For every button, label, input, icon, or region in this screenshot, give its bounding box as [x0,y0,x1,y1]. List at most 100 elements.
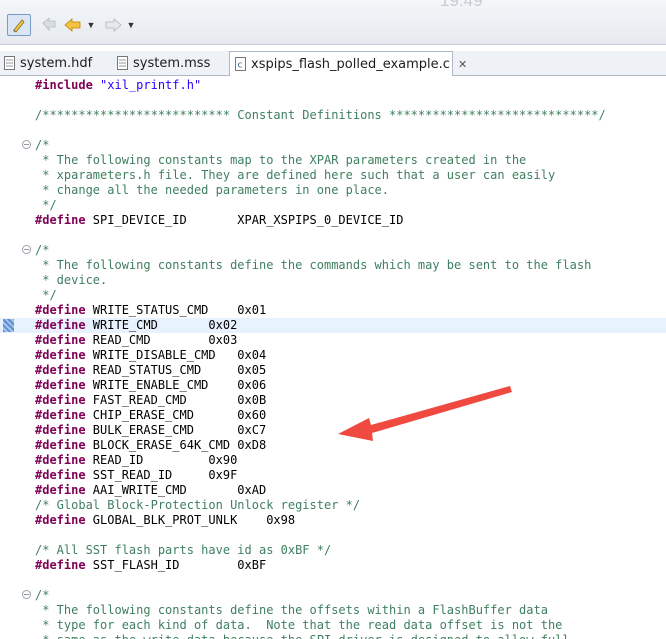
code-line[interactable]: /************************** Constant Def… [0,108,666,123]
keyword-token: #define [35,348,93,362]
code-line[interactable]: #define FAST_READ_CMD 0x0B [0,393,666,408]
code-editor[interactable]: #include "xil_printf.h" /****************… [0,76,666,639]
code-text: * type for each kind of data. Note that … [35,618,562,633]
code-line[interactable]: #define WRITE_CMD 0x02 [0,318,666,333]
comment-token: * The following constants define the com… [35,258,592,272]
code-line[interactable]: #define SST_FLASH_ID 0xBF [0,558,666,573]
comment-token: * device. [35,273,108,287]
keyword-token: #define [35,393,93,407]
code-line[interactable]: #define GLOBAL_BLK_PROT_UNLK 0x98 [0,513,666,528]
code-text: /* [35,138,49,153]
code-line[interactable]: #define SST_READ_ID 0x9F [0,468,666,483]
code-token: SPI_DEVICE_ID XPAR_XSPIPS_0_DEVICE_ID [92,213,404,227]
code-line[interactable]: * xparameters.h file. They are defined h… [0,168,666,183]
code-text: #define CHIP_ERASE_CMD 0x60 [35,408,266,423]
code-line[interactable]: #include "xil_printf.h" [0,78,666,93]
code-text: * change all the needed parameters in on… [35,183,389,198]
code-text: #define READ_CMD 0x03 [35,333,237,348]
tab-xspips-flash-polled-example[interactable]: c xspips_flash_polled_example.c ✕ [229,51,467,76]
c-file-icon: c [235,57,246,71]
code-line[interactable]: #define WRITE_STATUS_CMD 0x01 [0,303,666,318]
code-token: SST_READ_ID 0x9F [92,468,238,482]
code-line[interactable]: #define READ_CMD 0x03 [0,333,666,348]
code-line[interactable]: #define READ_ID 0x90 [0,453,666,468]
string-token: "xil_printf.h" [100,78,202,92]
code-text: #define BLOCK_ERASE_64K_CMD 0xD8 [35,438,266,453]
code-line[interactable]: #define WRITE_ENABLE_CMD 0x06 [0,378,666,393]
code-token: BLOCK_ERASE_64K_CMD 0xD8 [92,438,267,452]
code-text: #define WRITE_CMD 0x02 [35,318,237,333]
tab-label: xspips_flash_polled_example.c [251,56,450,72]
code-text: #define SST_FLASH_ID 0xBF [35,558,266,573]
comment-token: /* Global Block-Protection Unlock regist… [35,498,361,512]
code-line[interactable]: * The following constants map to the XPA… [0,153,666,168]
code-line[interactable]: #define SPI_DEVICE_ID XPAR_XSPIPS_0_DEVI… [0,213,666,228]
fold-toggle-icon[interactable]: − [22,590,31,599]
code-line[interactable]: #define CHIP_ERASE_CMD 0x60 [0,408,666,423]
code-line[interactable]: * type for each kind of data. Note that … [0,618,666,633]
comment-token: /* [35,138,50,152]
code-line[interactable]: −/* [0,138,666,153]
keyword-token: #define [35,303,93,317]
code-line[interactable]: /* All SST flash parts have id as 0xBF *… [0,543,666,558]
code-line[interactable]: #define WRITE_DISABLE_CMD 0x04 [0,348,666,363]
keyword-token: #define [35,333,93,347]
clock-text: 19:49 [440,0,483,10]
code-token: WRITE_CMD 0x02 [92,318,238,332]
code-line[interactable]: * device. [0,273,666,288]
code-line[interactable]: #define AAI_WRITE_CMD 0xAD [0,483,666,498]
code-line[interactable]: #define BULK_ERASE_CMD 0xC7 [0,423,666,438]
code-text: /* [35,588,49,603]
code-line[interactable] [0,573,666,588]
close-icon[interactable]: ✕ [458,58,467,71]
code-text: #define WRITE_STATUS_CMD 0x01 [35,303,266,318]
dropdown-icon[interactable]: ▼ [85,14,97,36]
prev-edit-location-icon[interactable] [40,14,58,36]
code-line[interactable] [0,93,666,108]
tab-label: system.mss [133,55,211,71]
dropdown-icon[interactable]: ▼ [125,14,137,36]
tab-system-mss[interactable]: system.mss [117,51,229,75]
forward-arrow-icon[interactable] [103,14,123,36]
code-line[interactable]: * same as the write data because the SPI… [0,633,666,639]
comment-token: */ [35,288,57,302]
comment-token: * change all the needed parameters in on… [35,183,390,197]
code-line[interactable] [0,528,666,543]
back-arrow-icon[interactable] [63,14,83,36]
code-text: #define SPI_DEVICE_ID XPAR_XSPIPS_0_DEVI… [35,213,403,228]
keyword-token: #define [35,453,93,467]
fold-toggle-icon[interactable]: − [22,245,31,254]
keyword-token: #define [35,213,93,227]
code-line[interactable]: */ [0,198,666,213]
code-line[interactable] [0,123,666,138]
code-token: FAST_READ_CMD 0x0B [92,393,267,407]
code-line[interactable]: * change all the needed parameters in on… [0,183,666,198]
code-line[interactable]: −/* [0,243,666,258]
keyword-token: #define [35,363,93,377]
code-line[interactable]: #define BLOCK_ERASE_64K_CMD 0xD8 [0,438,666,453]
pen-edit-icon[interactable] [7,14,31,36]
code-line[interactable]: */ [0,288,666,303]
code-text: #define WRITE_ENABLE_CMD 0x06 [35,378,266,393]
fold-toggle-icon[interactable]: − [22,140,31,149]
keyword-token: #include [35,78,101,92]
comment-token: /* All SST flash parts have id as 0xBF *… [35,543,332,557]
keyword-token: #define [35,468,93,482]
keyword-token: #define [35,423,93,437]
code-text: * The following constants map to the XPA… [35,153,526,168]
editor-tab-bar: system.hdf system.mss c xspips_flash_pol… [0,51,666,76]
code-text: /* [35,243,49,258]
code-text: /* Global Block-Protection Unlock regist… [35,498,360,513]
code-line[interactable]: #define READ_STATUS_CMD 0x05 [0,363,666,378]
code-text: /* All SST flash parts have id as 0xBF *… [35,543,331,558]
code-text: * xparameters.h file. They are defined h… [35,168,555,183]
code-line[interactable]: * The following constants define the off… [0,603,666,618]
keyword-token: #define [35,483,93,497]
code-line[interactable]: −/* [0,588,666,603]
code-token: CHIP_ERASE_CMD 0x60 [92,408,267,422]
code-line[interactable] [0,228,666,243]
code-text: * device. [35,273,107,288]
tab-system-hdf[interactable]: system.hdf [4,51,112,75]
code-line[interactable]: /* Global Block-Protection Unlock regist… [0,498,666,513]
code-line[interactable]: * The following constants define the com… [0,258,666,273]
